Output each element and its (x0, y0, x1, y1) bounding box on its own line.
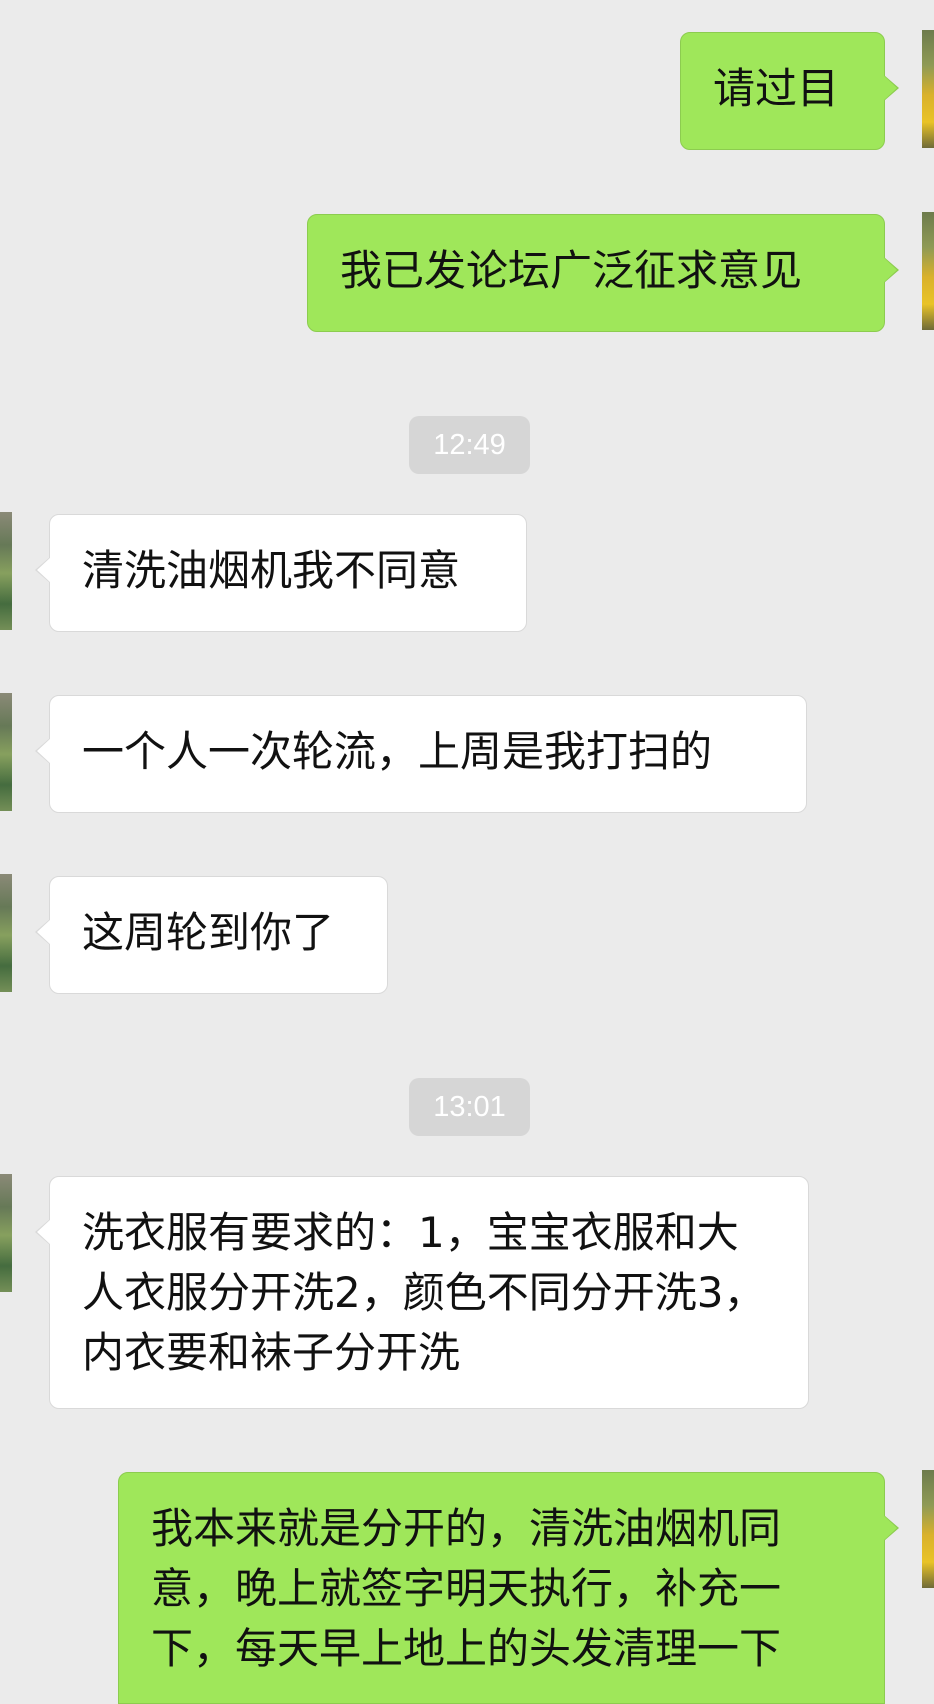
contact-avatar[interactable] (0, 1174, 12, 1292)
timestamp-label: 13:01 (409, 1078, 530, 1136)
incoming-message-2[interactable]: 一个人一次轮流，上周是我打扫的 (35, 695, 807, 813)
my-avatar[interactable] (922, 1470, 934, 1588)
incoming-message-1[interactable]: 清洗油烟机我不同意 (35, 514, 527, 632)
my-avatar[interactable] (922, 30, 934, 148)
my-avatar[interactable] (922, 212, 934, 330)
contact-avatar[interactable] (0, 512, 12, 630)
contact-avatar[interactable] (0, 693, 12, 811)
chat-history: 请过目 我已发论坛广泛征求意见 12:49 清洗油烟机我不同意 一个人一次轮流，… (0, 0, 934, 1704)
outgoing-message-2[interactable]: 我已发论坛广泛征求意见 (307, 214, 899, 332)
incoming-message-3[interactable]: 这周轮到你了 (35, 876, 388, 994)
contact-avatar[interactable] (0, 874, 12, 992)
timestamp-label: 12:49 (409, 416, 530, 474)
incoming-message-4[interactable]: 洗衣服有要求的：1，宝宝衣服和大人衣服分开洗2，颜色不同分开洗3，内衣要和袜子分… (35, 1176, 809, 1409)
outgoing-message-1[interactable]: 请过目 (680, 32, 899, 150)
outgoing-message-3[interactable]: 我本来就是分开的，清洗油烟机同意，晚上就签字明天执行，补充一下，每天早上地上的头… (118, 1472, 899, 1704)
